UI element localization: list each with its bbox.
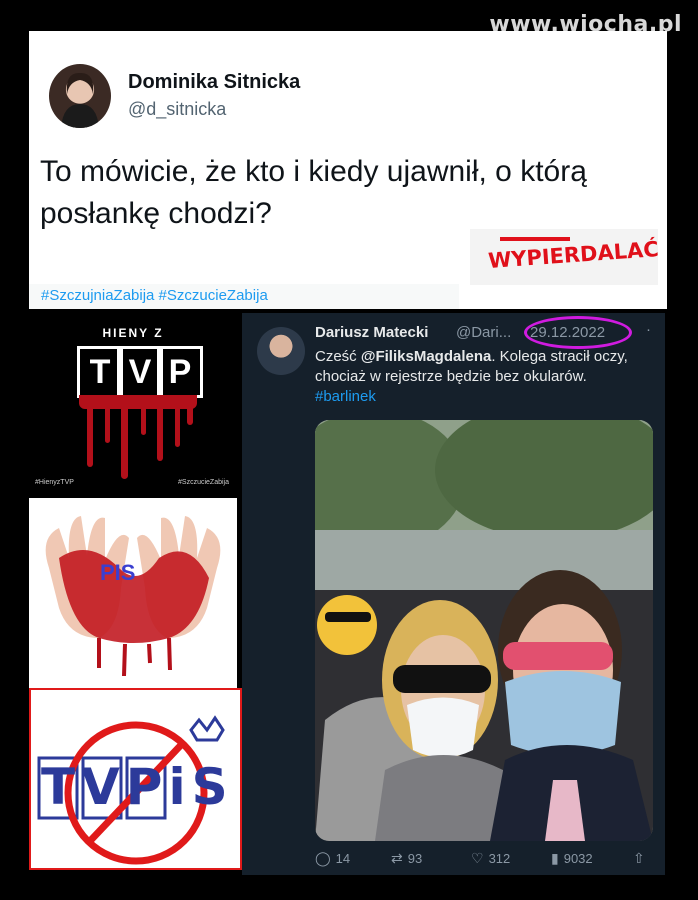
text-prefix: Cześć	[315, 348, 361, 365]
panel-heading: HIENY Z	[102, 326, 164, 340]
tvp-panel: HIENY Z T V P #HienyzTVP #SzczucieZabija	[29, 312, 237, 493]
blood-drip	[105, 395, 110, 443]
like-count: 312	[488, 851, 511, 866]
retweet-count: 93	[407, 851, 423, 866]
retweet-icon: ⇄	[391, 850, 403, 866]
tweet-actions: ◯ 14 ⇄ 93 ♡ 312 ▮ 9032 ⇧	[315, 848, 653, 868]
date-highlight-circle	[524, 316, 632, 349]
author-name[interactable]: Dominika Sitnicka	[128, 71, 300, 94]
avatar[interactable]	[49, 64, 111, 128]
stamp-text: WYPIERDALAĆ	[487, 237, 660, 273]
blood-drip	[187, 395, 193, 425]
hashtag-link[interactable]: #barlinek	[315, 388, 376, 405]
hashtag-row: #SzczujniaZabija #SzczucieZabija	[29, 284, 459, 309]
stamp-bar	[500, 237, 570, 241]
reply-button[interactable]: ◯ 14	[315, 850, 350, 867]
tweet-text: Cześć @FiliksMagdalena. Kolega stracił o…	[315, 347, 650, 407]
tvpis-panel: TVPiS	[29, 688, 242, 870]
share-icon: ⇧	[633, 850, 645, 866]
tvp-letter-p: P	[157, 346, 203, 398]
views-button[interactable]: ▮ 9032	[551, 850, 593, 867]
bloody-hands-illustration	[45, 516, 221, 677]
selfie-photo	[315, 420, 653, 841]
tvpis-logo-text: TVPiS	[41, 758, 234, 816]
blood-drip	[121, 395, 128, 479]
mention-link[interactable]: @FiliksMagdalena	[361, 348, 492, 365]
retweet-button[interactable]: ⇄ 93	[391, 850, 422, 867]
pis-label: PIS	[100, 560, 136, 585]
author-handle[interactable]: @Dari...	[456, 324, 511, 341]
hashtags[interactable]: #SzczujniaZabija #SzczucieZabija	[41, 287, 268, 304]
author-handle[interactable]: @d_sitnicka	[128, 99, 226, 120]
like-button[interactable]: ♡ 312	[471, 850, 510, 867]
hands-panel: PIS	[29, 498, 237, 688]
blood-drip	[157, 395, 163, 461]
panel-footer-left: #HienyzTVP	[35, 479, 74, 486]
panel-footer-right: #SzczucieZabija	[178, 479, 229, 486]
blood-drip	[87, 395, 93, 467]
heart-icon: ♡	[471, 850, 484, 866]
share-button[interactable]: ⇧	[633, 850, 650, 867]
analytics-icon: ▮	[551, 850, 559, 866]
tweet-photo[interactable]	[315, 420, 653, 841]
quoted-tweet: Dariusz Matecki @Dari... 29.12.2022 · Cz…	[242, 313, 665, 875]
more-icon[interactable]: ·	[646, 321, 651, 338]
main-tweet: Dominika Sitnicka @d_sitnicka To mówicie…	[29, 31, 667, 309]
tweet-text: To mówicie, że kto i kiedy ujawnił, o kt…	[40, 155, 587, 230]
reply-icon: ◯	[315, 850, 331, 866]
views-count: 9032	[563, 851, 593, 866]
stamp-sticker: WYPIERDALAĆ	[470, 229, 660, 285]
avatar[interactable]	[257, 327, 305, 375]
blood-drip	[175, 395, 180, 447]
reply-count: 14	[335, 851, 351, 866]
author-name[interactable]: Dariusz Matecki	[315, 324, 428, 341]
blood-drip	[141, 395, 146, 435]
